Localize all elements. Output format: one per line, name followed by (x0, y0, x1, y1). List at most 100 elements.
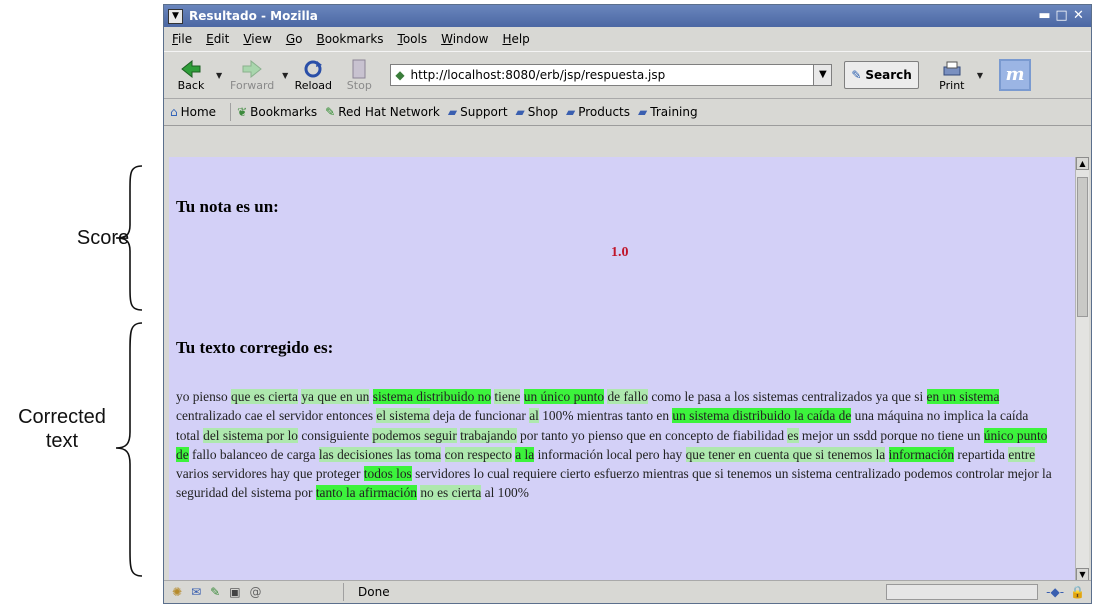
folder-icon: ▰ (565, 105, 576, 119)
highlight-light-segment: del sistema por lo (203, 427, 298, 443)
text-segment: yo pienso (176, 389, 232, 404)
highlight-light-segment: con respecto (444, 446, 512, 462)
vertical-scrollbar[interactable]: ▲ ▼ (1075, 157, 1089, 581)
forward-button[interactable]: Forward (224, 53, 280, 97)
highlight-light-segment: entre (1008, 446, 1036, 462)
bookmark-products[interactable]: ▰ Products (566, 105, 630, 119)
print-dropdown-icon[interactable]: ▼ (977, 71, 983, 80)
highlight-light-segment: podemos seguir (372, 427, 457, 443)
print-button[interactable]: Print (929, 53, 975, 97)
text-segment: información local pero hay (534, 446, 686, 462)
menu-bookmarks[interactable]: Bookmarks (316, 32, 383, 46)
redhat-icon: ✎ (325, 105, 336, 119)
highlight-light-segment: al (529, 408, 539, 424)
bookmark-shop[interactable]: ▰ Shop (516, 105, 558, 119)
search-button[interactable]: ✎ Search (844, 61, 919, 89)
menu-tools[interactable]: Tools (398, 32, 428, 46)
corrected-annotation-text: Corrected text (18, 406, 106, 452)
status-separator (343, 583, 344, 601)
maximize-icon[interactable]: □ (1053, 8, 1070, 24)
folder-icon: ▰ (515, 105, 525, 119)
menu-edit[interactable]: Edit (206, 32, 229, 46)
forward-arrow-icon (241, 59, 263, 79)
highlight-strong-segment: un sistema distribuido la caída de (672, 408, 852, 424)
back-dropdown-icon[interactable]: ▼ (216, 71, 222, 80)
url-field[interactable]: ◆ http://localhost:8080/erb/jsp/respuest… (390, 64, 815, 86)
scroll-thumb[interactable] (1077, 177, 1088, 317)
url-dropdown-icon[interactable]: ▼ (814, 64, 833, 86)
title-bar: ▼ Resultado - Mozilla ▬ □ ✕ (164, 5, 1091, 27)
highlight-light-segment: es (787, 427, 799, 443)
bookmark-home[interactable]: ⌂ Home (170, 105, 216, 119)
menu-window[interactable]: Window (441, 32, 488, 46)
window-title: Resultado - Mozilla (189, 9, 318, 23)
status-bar: ✺ ✉ ✎ ▣ @ Done -◆- 🔒 (164, 580, 1091, 603)
window-menu-icon[interactable]: ▼ (168, 8, 183, 24)
scroll-up-icon[interactable]: ▲ (1076, 157, 1089, 170)
irc-chat-icon[interactable]: @ (250, 585, 262, 599)
stop-button[interactable]: Stop (336, 53, 382, 97)
page-content: Tu nota es un: 1.0 Tu texto corregido es… (169, 157, 1075, 581)
online-icon: -◆- (1046, 585, 1065, 599)
text-segment: fallo balanceo de carga (188, 446, 319, 462)
navigation-toolbar: Back ▼ Forward ▼ Reload Stop ◆ http://lo… (164, 51, 1091, 99)
score-heading: Tu nota es un: (176, 197, 279, 216)
search-icon: ✎ (851, 68, 862, 82)
bookmark-bookmarks-label: Bookmarks (250, 105, 318, 119)
text-segment: consiguiente (298, 427, 373, 443)
bookmark-home-label: Home (180, 105, 217, 119)
corrected-text: yo pienso que es cierta ya que en un sis… (176, 387, 1054, 503)
text-segment: 100% mientras tanto en (538, 408, 673, 424)
highlight-light-segment: el sistema (376, 408, 430, 424)
highlight-light-segment: tiene (494, 389, 521, 404)
status-text: Done (358, 585, 390, 599)
bookmark-training[interactable]: ▰ Training (638, 105, 698, 119)
reload-button[interactable]: Reload (290, 53, 336, 97)
corrected-annotation: Corrected text (0, 405, 124, 453)
folder-icon: ▰ (638, 105, 648, 119)
url-text: http://localhost:8080/erb/jsp/respuesta.… (410, 68, 666, 82)
print-label: Print (939, 78, 965, 92)
toolbar-separator (230, 103, 232, 121)
menu-go[interactable]: Go (286, 32, 303, 46)
minimize-icon[interactable]: ▬ (1036, 8, 1053, 24)
corrected-brace (115, 322, 143, 577)
bookmarks-icon: ❦ (237, 105, 248, 119)
bookmark-redhat[interactable]: ✎ Red Hat Network (325, 105, 440, 119)
printer-icon (941, 59, 963, 79)
back-label: Back (177, 78, 205, 92)
mozilla-logo-icon: m (998, 59, 1031, 91)
text-segment: por tanto yo pienso que en concepto de f… (516, 427, 788, 443)
text-segment: deja de funcionar (429, 408, 530, 424)
highlight-light-segment: de fallo (607, 389, 648, 404)
navigator-icon[interactable]: ✺ (172, 585, 182, 599)
address-book-icon[interactable]: ▣ (229, 585, 240, 599)
folder-icon: ▰ (447, 105, 458, 119)
menu-file[interactable]: File (172, 32, 192, 46)
highlight-strong-segment: información (888, 446, 955, 462)
menu-view[interactable]: View (243, 32, 271, 46)
back-button[interactable]: Back (168, 53, 214, 97)
composer-icon[interactable]: ✎ (210, 585, 220, 599)
bookmark-redhat-label: Red Hat Network (338, 105, 440, 119)
bookmark-bookmarks[interactable]: ❦ Bookmarks (237, 105, 317, 119)
score-value: 1.0 (611, 245, 629, 260)
site-icon: ◆ (395, 68, 405, 82)
bookmark-products-label: Products (578, 105, 631, 119)
bookmark-support-label: Support (460, 105, 508, 119)
forward-dropdown-icon[interactable]: ▼ (282, 71, 288, 80)
mail-icon[interactable]: ✉ (191, 585, 201, 599)
text-segment: al 100% (481, 485, 529, 501)
menu-bar: File Edit View Go Bookmarks Tools Window… (164, 27, 1091, 51)
home-icon: ⌂ (170, 105, 178, 119)
search-label: Search (865, 68, 912, 82)
text-segment: como le pasa a los sistemas centralizado… (648, 389, 927, 404)
menu-help[interactable]: Help (502, 32, 529, 46)
highlight-light-segment: no es cierta (420, 485, 482, 501)
close-icon[interactable]: ✕ (1070, 8, 1087, 24)
bookmark-shop-label: Shop (527, 105, 558, 119)
text-segment: centralizado cae el servidor entonces (176, 408, 377, 424)
reload-label: Reload (294, 78, 333, 92)
stop-label: Stop (346, 78, 372, 92)
bookmark-support[interactable]: ▰ Support (448, 105, 508, 119)
